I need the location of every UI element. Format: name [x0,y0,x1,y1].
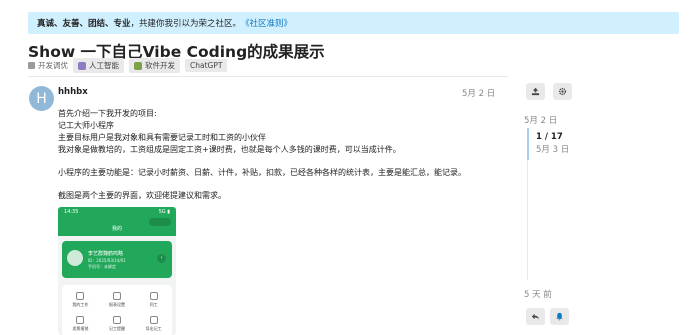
post-body: 首先介绍一下我开发的项目: 记工大师小程序 主要目标用户是我对象和具有需要记录工… [58,108,498,213]
post-line: 记工大师小程序 [58,121,114,130]
app-menu-label: 我的工作 [72,302,89,307]
topic-tags: 开发调优 人工智能 软件开发 ChatGPT [28,58,228,73]
tag-ai[interactable]: 人工智能 [73,58,124,73]
post-date[interactable]: 5月 2 日 [462,87,495,99]
community-banner: 真诚、友善、团结、专业 ，共建你我引以为荣之社区。 《社区准则》 [28,12,679,34]
tag-label: 人工智能 [89,61,119,70]
app-menu-label: 导出记工 [145,326,162,331]
category-label: 开发调优 [38,61,68,70]
post-line: 小程序的主要功能是：记录小时薪资、日薪、计件，补贴，扣款，已经各种各样的统计表，… [58,168,466,177]
app-profile-card: 李艺群魏鹤鸣略 ID：2025/03/14/01 手机号：未绑定 › [62,241,172,278]
category-color-icon [28,62,35,69]
banner-bold-text: 真诚、友善、团结、专业 [37,19,131,29]
title-divider [28,76,508,77]
post-username[interactable]: hhhbx [58,87,88,97]
app-menu-label: 记工提醒 [108,326,125,331]
avatar[interactable]: H [29,86,54,111]
notification-button[interactable] [550,308,569,325]
software-tag-icon [134,61,142,70]
timeline-current-date: 5月 3 日 [536,145,570,155]
post-paragraph: 截图是两个主要的界面，欢迎佬提建议和需求。 [58,190,498,202]
bell-icon [556,312,563,321]
reminder-icon [112,316,121,324]
app-menu-item: 同工 [135,288,172,312]
work-icon [76,292,85,300]
app-menu-label: 同工 [149,302,158,307]
app-menu-label: 发票报销 [72,326,89,331]
post-paragraph: 小程序的主要功能是：记录小时薪资、日薪、计件，补贴，扣款，已经各种各样的统计表，… [58,167,498,179]
app-menu-grid: 我的工作 报表设置 同工 发票报销 记工提醒 导出记工 [62,285,172,335]
timeline-track[interactable] [527,160,528,280]
app-header: 14:35 5G ▮ 我的 [58,207,176,236]
category-badge[interactable]: 开发调优 [28,60,68,71]
chevron-right-icon: › [157,254,166,263]
app-status-time: 14:35 [64,209,79,215]
gear-icon [558,87,567,96]
banner-text: ，共建你我引以为荣之社区。 [130,19,242,29]
app-menu-label: 报表设置 [108,302,125,307]
post-line: 主要目标用户是我对象和具有需要记录工时和工资的小伙伴 [58,133,266,142]
app-profile-phone: 手机号：未绑定 [88,264,116,269]
app-profile-name: 李艺群魏鹤鸣略 [88,251,124,257]
timeline-end-date[interactable]: 5 天 前 [524,288,552,300]
timeline-post-count: 1 / 17 [536,132,563,142]
worker-icon [149,292,158,300]
post-line: 我对象是做教培的，工资组成是固定工资+课时费，也就是每个人多钱的课时费，可以当成… [58,145,401,154]
app-menu-item: 发票报销 [62,312,99,335]
app-screenshot-image[interactable]: 14:35 5G ▮ 我的 李艺群魏鹤鸣略 ID：2025/03/14/01 手… [58,207,176,335]
tag-chatgpt[interactable]: ChatGPT [185,59,228,72]
post-paragraph: 首先介绍一下我开发的项目: 记工大师小程序 主要目标用户是我对象和具有需要记录工… [58,108,498,156]
tag-software-dev[interactable]: 软件开发 [129,58,180,73]
app-status-signal: 5G ▮ [158,209,170,215]
timeline-scroller-handle[interactable] [527,128,529,160]
post-line: 截图是两个主要的界面，欢迎佬提建议和需求。 [58,191,226,200]
share-button[interactable] [526,83,545,100]
ai-tag-icon [78,61,86,70]
app-menu-item: 报表设置 [99,288,136,312]
admin-button[interactable] [553,83,572,100]
reply-icon [531,313,540,320]
community-guidelines-link[interactable]: 《社区准则》 [241,17,292,29]
post-line: 首先介绍一下我开发的项目: [58,109,157,118]
report-icon [112,292,121,300]
reply-button[interactable] [526,308,545,325]
invoice-icon [76,316,85,324]
app-menu-item: 记工提醒 [99,312,136,335]
timeline-start-date[interactable]: 5月 2 日 [524,114,557,126]
app-profile-avatar-icon [67,250,83,266]
tag-label: ChatGPT [190,61,223,70]
app-title: 我的 [111,226,122,232]
app-menu-item: 导出记工 [135,312,172,335]
app-menu-item: 我的工作 [62,288,99,312]
share-icon [531,87,540,96]
tag-label: 软件开发 [145,61,175,70]
export-icon [149,316,158,324]
